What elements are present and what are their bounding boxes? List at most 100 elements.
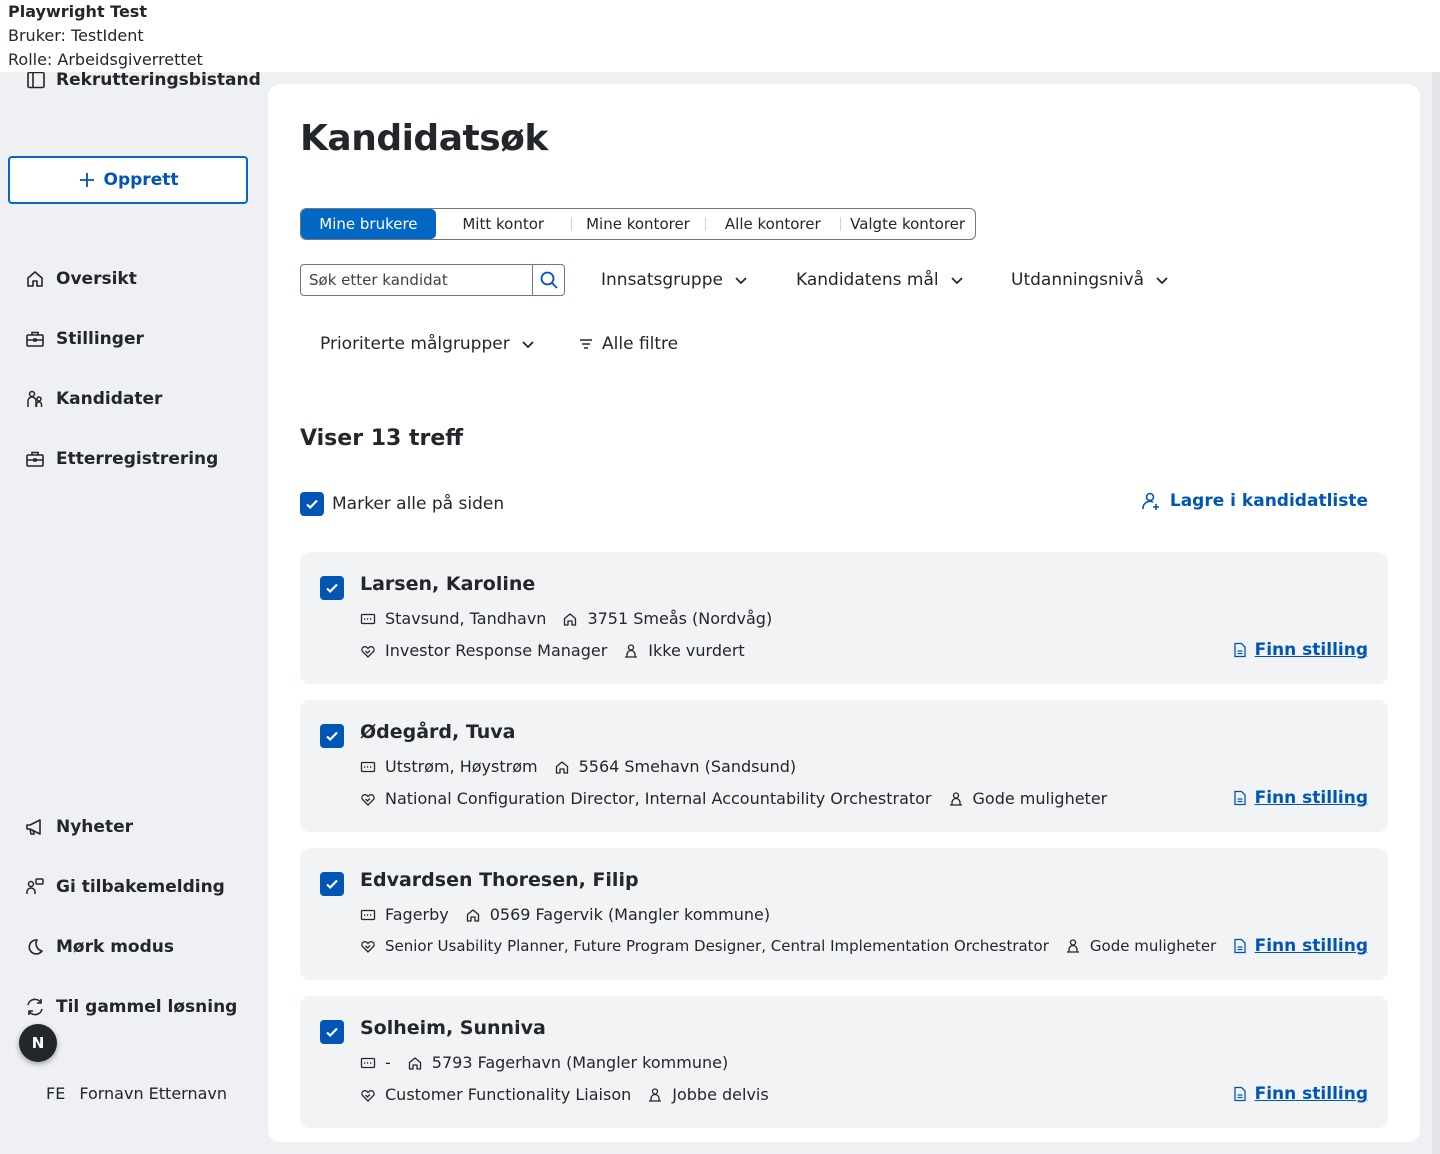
id-card-icon [360, 1057, 376, 1068]
find-position-link[interactable]: Finn stilling [1233, 1084, 1368, 1104]
filter-kandidatens-mal[interactable]: Kandidatens mål [796, 264, 965, 296]
sidebar-item-old-solution[interactable]: Til gammel løsning [24, 993, 237, 1021]
dev-tools-avatar[interactable]: N [19, 1024, 57, 1062]
document-icon [1233, 1086, 1246, 1102]
filter-label: Innsatsgruppe [601, 270, 723, 290]
sidebar: Rekrutteringsbistand Opprett Oversikt St… [0, 72, 268, 1154]
candidate-address: 0569 Fagervik (Mangler kommune) [489, 905, 771, 924]
sidebar-item-oversikt[interactable]: Oversikt [24, 265, 137, 293]
candidate-address: 5564 Smehavn (Sandsund) [578, 757, 797, 776]
candidate-name[interactable]: Edvardsen Thoresen, Filip [360, 869, 639, 891]
checkmark-icon [326, 1027, 338, 1038]
briefcase-icon [26, 451, 44, 467]
filter-lines-icon [580, 339, 592, 349]
sidebar-item-label: Oversikt [56, 269, 137, 289]
checkmark-icon [326, 731, 338, 742]
search-button[interactable] [532, 265, 564, 295]
tab-mine-kontorer[interactable]: Mine kontorer [570, 209, 706, 239]
find-position-label: Finn stilling [1254, 640, 1368, 660]
sidebar-item-tilbakemelding[interactable]: Gi tilbakemelding [24, 873, 225, 901]
hit-count: Viser 13 treff [300, 426, 464, 451]
filter-prioriterte-malgrupper[interactable]: Prioriterte målgrupper [320, 328, 536, 360]
house-icon [555, 760, 568, 774]
search-input[interactable] [301, 265, 532, 295]
save-to-list-button[interactable]: Lagre i kandidatliste [1140, 490, 1368, 512]
sidebar-item-dark-mode[interactable]: Mørk modus [24, 933, 174, 961]
candidate-location-row: Utstrøm, Høystrøm 5564 Smehavn (Sandsund… [360, 757, 796, 776]
filter-innsatsgruppe[interactable]: Innsatsgruppe [601, 264, 749, 296]
candidate-name[interactable]: Ødegård, Tuva [360, 721, 515, 743]
person-hand-icon [625, 643, 638, 658]
user-name: Fornavn Etternavn [79, 1084, 228, 1103]
test-user: Bruker: TestIdent [8, 26, 144, 45]
person-plus-icon [1142, 492, 1159, 510]
page-scrollbar[interactable] [1432, 72, 1440, 1154]
document-icon [1233, 790, 1246, 806]
all-filters-button[interactable]: Alle filtre [578, 328, 678, 360]
candidate-checkbox[interactable] [320, 1020, 344, 1044]
handshake-heart-icon [361, 793, 375, 806]
find-position-link[interactable]: Finn stilling [1233, 788, 1368, 808]
chevron-down-icon [950, 277, 963, 285]
candidate-checkbox[interactable] [320, 576, 344, 600]
id-card-icon [360, 613, 376, 624]
handshake-heart-icon [361, 645, 375, 658]
test-role: Rolle: Arbeidsgiverrettet [8, 50, 203, 69]
document-icon [1233, 642, 1246, 658]
office-toggle-group: Mine brukere Mitt kontor Mine kontorer A… [300, 208, 976, 240]
tab-mitt-kontor[interactable]: Mitt kontor [436, 209, 571, 239]
user-profile[interactable]: FE Fornavn Etternavn [46, 1084, 227, 1103]
handshake-heart-icon [361, 941, 375, 953]
candidate-location-row: - 5793 Fagerhavn (Mangler kommune) [360, 1053, 728, 1072]
candidate-goal-row: National Configuration Director, Interna… [360, 789, 1107, 808]
handshake-heart-icon [361, 1089, 375, 1102]
house-icon [466, 908, 479, 922]
sidebar-item-label: Til gammel løsning [56, 997, 238, 1017]
find-position-label: Finn stilling [1254, 1084, 1368, 1104]
sidebar-item-etterregistrering[interactable]: Etterregistrering [24, 445, 218, 473]
tab-mine-brukere[interactable]: Mine brukere [301, 209, 436, 239]
document-icon [1233, 938, 1246, 954]
sidebar-item-stillinger[interactable]: Stillinger [24, 325, 144, 353]
candidate-goal-row: Senior Usability Planner, Future Program… [360, 937, 1216, 955]
candidate-place: Utstrøm, Høystrøm [385, 757, 538, 776]
candidate-checkbox[interactable] [320, 872, 344, 896]
filter-utdanningsniva[interactable]: Utdanningsnivå [1011, 264, 1170, 296]
find-position-link[interactable]: Finn stilling [1233, 640, 1368, 660]
chevron-down-icon [522, 341, 534, 349]
sidebar-item-nyheter[interactable]: Nyheter [24, 813, 133, 841]
house-icon [564, 612, 577, 626]
checkbox[interactable] [300, 492, 324, 516]
person-hand-icon [649, 1087, 662, 1102]
candidate-checkbox[interactable] [320, 724, 344, 748]
filter-label: Prioriterte målgrupper [320, 334, 510, 354]
find-position-link[interactable]: Finn stilling [1233, 936, 1368, 956]
mark-all-checkbox[interactable]: Marker alle på siden [300, 492, 504, 516]
checkmark-icon [306, 499, 318, 510]
id-card-icon [360, 761, 376, 772]
candidate-card: Larsen, Karoline Stavsund, Tandhavn 3751… [300, 552, 1388, 684]
brand-toggle[interactable]: Rekrutteringsbistand [26, 72, 261, 91]
candidate-name[interactable]: Solheim, Sunniva [360, 1017, 546, 1039]
sidebar-item-label: Kandidater [56, 389, 163, 409]
test-info: Playwright Test Bruker: TestIdent Rolle:… [8, 0, 408, 72]
main-content: Kandidatsøk Mine brukere Mitt kontor Min… [268, 84, 1420, 1142]
moon-icon [28, 939, 43, 955]
candidate-name[interactable]: Larsen, Karoline [360, 573, 535, 595]
house-icon [408, 1056, 421, 1070]
candidate-address: 5793 Fagerhavn (Mangler kommune) [431, 1053, 729, 1072]
sidebar-item-label: Gi tilbakemelding [56, 877, 225, 897]
all-filters-label: Alle filtre [602, 334, 679, 354]
sidebar-item-label: Mørk modus [56, 937, 174, 957]
tab-alle-kontorer[interactable]: Alle kontorer [705, 209, 840, 239]
candidate-card: Solheim, Sunniva - 5793 Fagerhavn (Mangl… [300, 996, 1388, 1128]
test-title: Playwright Test [8, 2, 147, 21]
candidate-goal-row: Customer Functionality Liaison Jobbe del… [360, 1085, 769, 1104]
candidate-location-row: Fagerby 0569 Fagervik (Mangler kommune) [360, 905, 770, 924]
brand-label: Rekrutteringsbistand [56, 72, 261, 90]
create-button[interactable]: Opprett [8, 156, 248, 204]
sidebar-item-kandidater[interactable]: Kandidater [24, 385, 162, 413]
tab-valgte-kontorer[interactable]: Valgte kontorer [840, 209, 975, 239]
sidebar-item-label: Etterregistrering [56, 449, 219, 469]
chevron-down-icon [735, 277, 747, 285]
